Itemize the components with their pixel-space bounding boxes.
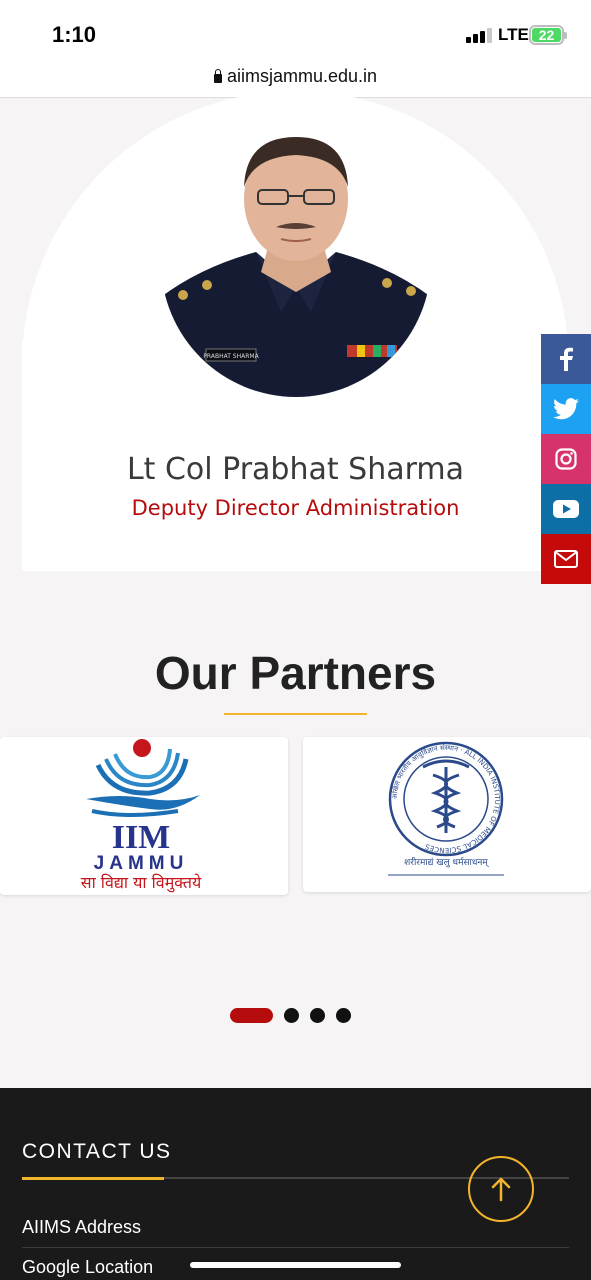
profile-name: Lt Col Prabhat Sharma <box>126 452 465 487</box>
profile-photo: PRABHAT SHARMA <box>161 127 431 397</box>
partner-card-aiims[interactable]: अखिल भारतीय आयुर्विज्ञान संस्थान · ALL I… <box>303 737 591 892</box>
carousel-dot-active[interactable] <box>230 1008 273 1023</box>
carousel-dot[interactable] <box>310 1008 325 1023</box>
status-bar: 1:10 LTE 22 <box>0 0 591 62</box>
arrow-up-icon <box>491 1177 511 1202</box>
battery-level: 22 <box>532 28 561 42</box>
url-display[interactable]: aiimsjammu.edu.in <box>213 66 378 87</box>
aiims-logo: अखिल भारतीय आयुर्विज्ञान संस्थान · ALL I… <box>388 741 504 876</box>
carousel-dot[interactable] <box>336 1008 351 1023</box>
instagram-button[interactable] <box>541 434 591 484</box>
scroll-to-top-button[interactable] <box>468 1156 534 1222</box>
footer-link-address[interactable]: AIIMS Address <box>22 1217 141 1238</box>
iim-logo-motto: सा विद्या या विमुक्तये <box>81 873 202 893</box>
heading-underline <box>224 713 367 715</box>
status-time: 1:10 <box>52 22 97 47</box>
social-sidebar <box>541 334 591 584</box>
contact-heading-underline <box>22 1177 164 1180</box>
cellular-signal-icon <box>466 27 494 43</box>
email-button[interactable] <box>541 534 591 584</box>
footer-link-divider <box>22 1247 569 1248</box>
iim-jammu-logo: IIM JAMMU सा विद्या या विमुक्तये <box>81 739 202 893</box>
footer-link-location[interactable]: Google Location <box>22 1257 153 1278</box>
instagram-icon <box>555 448 577 470</box>
carousel-pagination <box>0 1008 591 1024</box>
name-tag: PRABHAT SHARMA <box>203 353 259 360</box>
partners-heading: Our Partners <box>154 647 437 699</box>
mail-icon <box>554 550 578 568</box>
profile-designation: Deputy Director Administration <box>131 496 460 520</box>
partner-card-iim-jammu[interactable]: IIM JAMMU सा विद्या या विमुक्तये <box>0 737 288 895</box>
facebook-button[interactable] <box>541 334 591 384</box>
network-type: LTE <box>498 25 529 44</box>
facebook-icon <box>560 347 573 371</box>
twitter-button[interactable] <box>541 384 591 434</box>
contact-heading: CONTACT US <box>22 1140 172 1163</box>
carousel-dot[interactable] <box>284 1008 299 1023</box>
iim-logo-subtext: JAMMU <box>94 853 189 874</box>
battery-icon: 22 <box>529 25 567 45</box>
youtube-icon <box>553 500 579 518</box>
url-text: aiimsjammu.edu.in <box>226 66 378 86</box>
twitter-icon <box>553 398 579 420</box>
home-indicator[interactable] <box>190 1262 401 1268</box>
aiims-logo-motto: शरीरमाद्यं खलु धर्मसाधनम् <box>404 856 490 868</box>
youtube-button[interactable] <box>541 484 591 534</box>
lock-icon <box>213 69 222 83</box>
iim-logo-text: IIM <box>112 819 171 856</box>
